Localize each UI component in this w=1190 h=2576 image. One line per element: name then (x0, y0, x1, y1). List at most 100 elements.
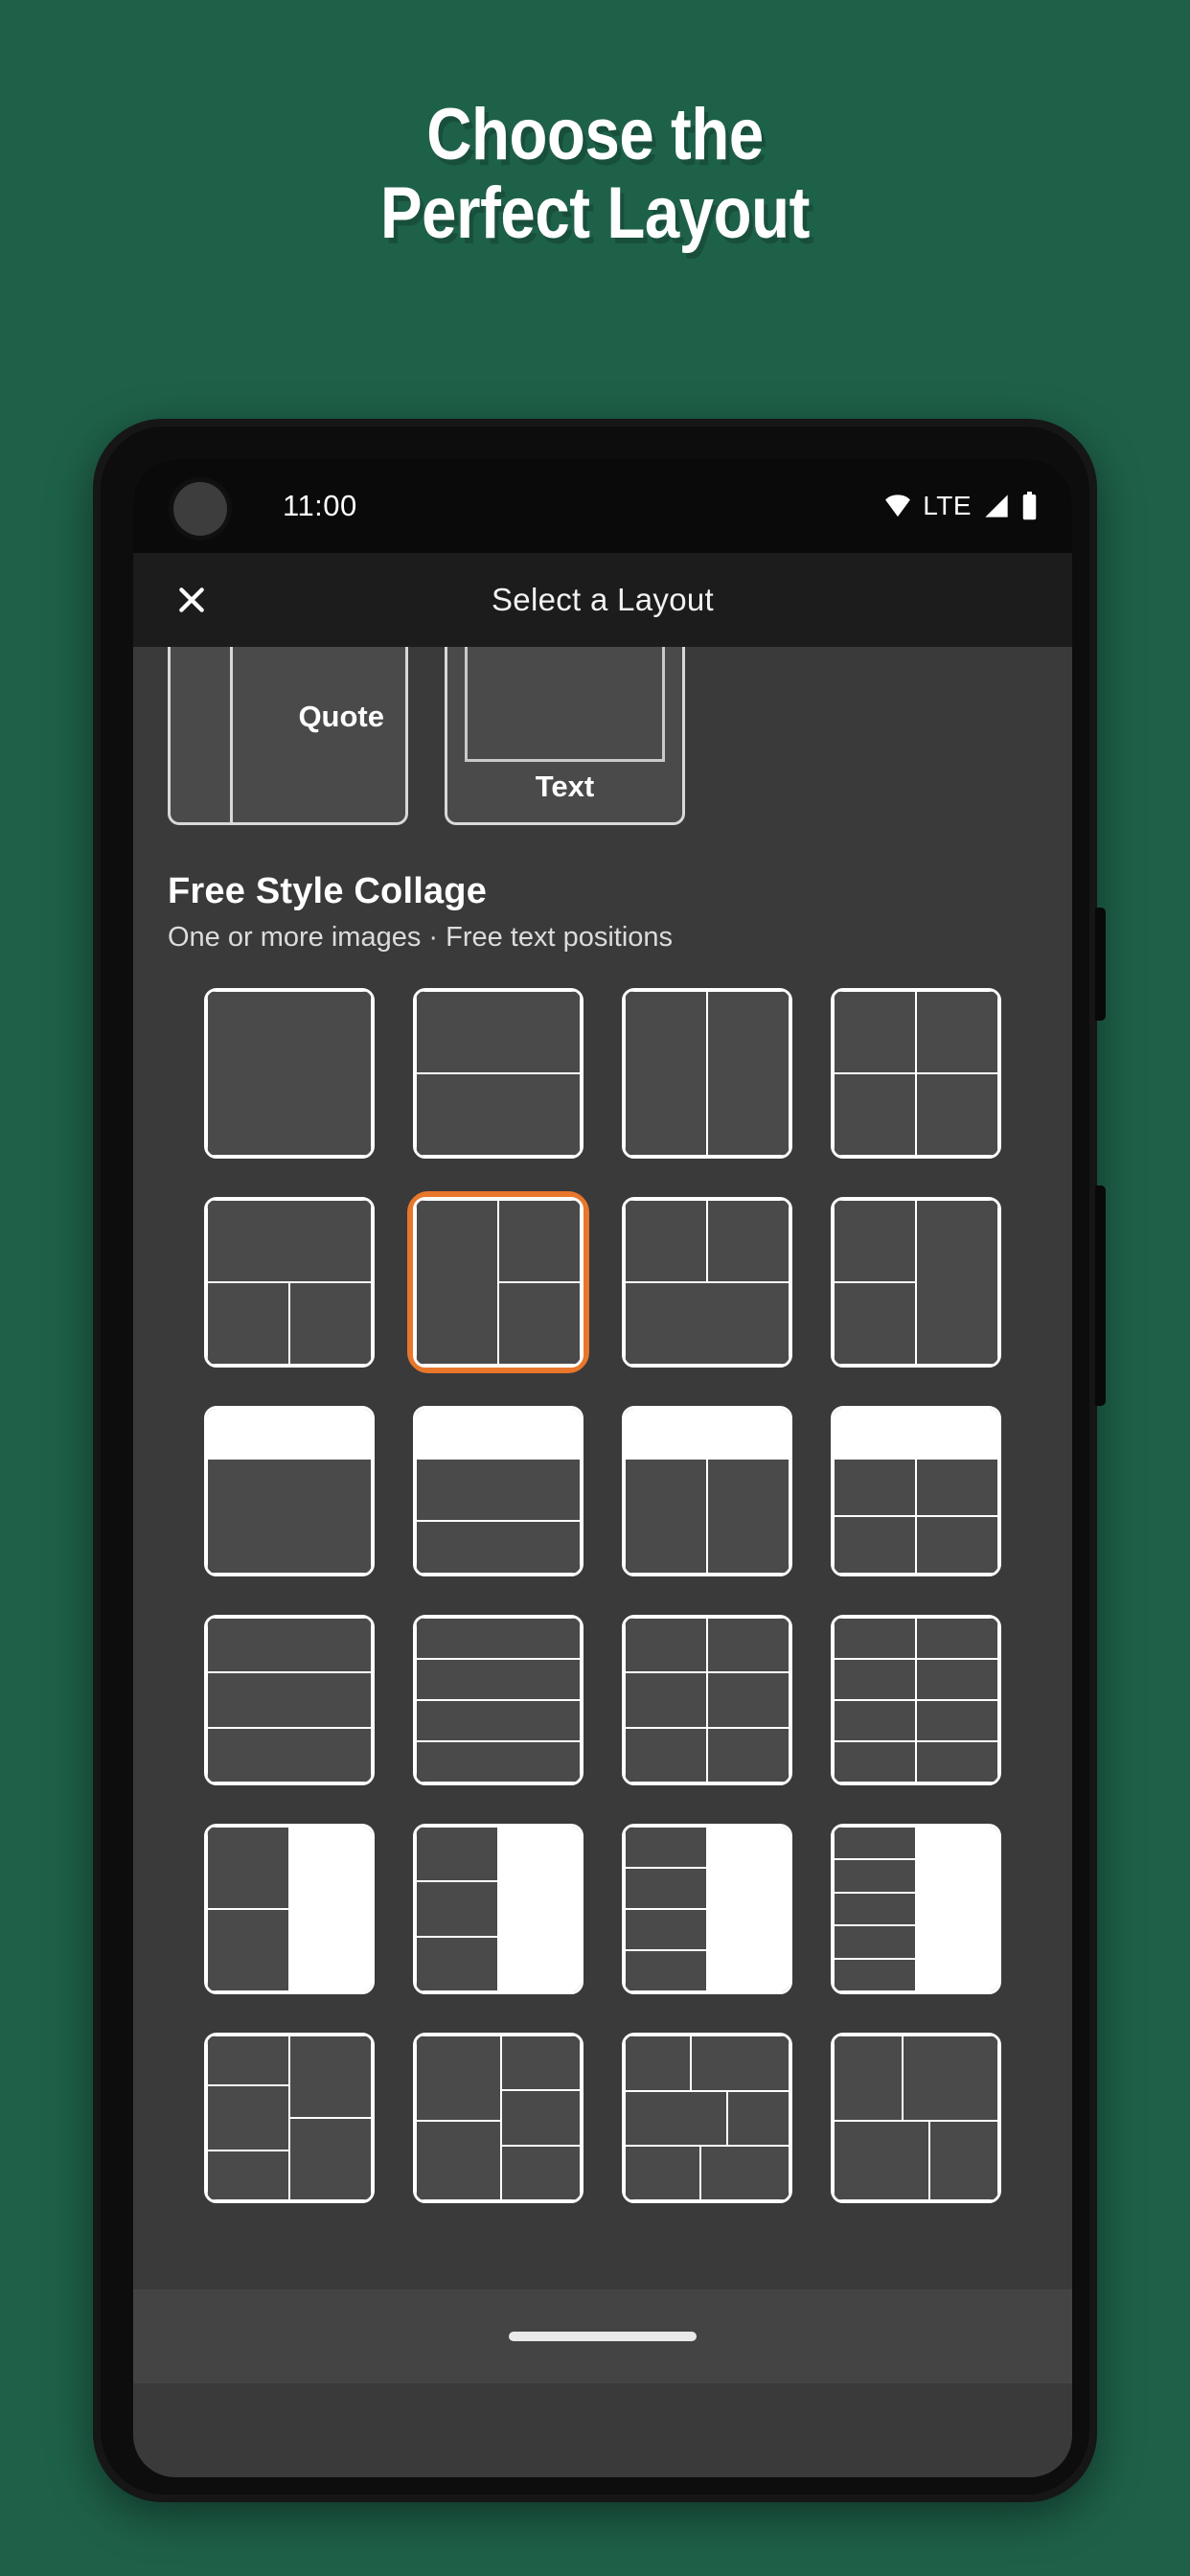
layout-segment (416, 1936, 498, 1991)
layout-thumbnail (831, 1406, 1001, 1576)
home-gesture-pill[interactable] (509, 2332, 697, 2341)
layout-thumbnail (831, 1824, 1001, 1994)
layout-thumbnail (204, 1197, 375, 1368)
layout-segment (625, 1868, 707, 1909)
layout-option-dark-left-white-right-2[interactable] (204, 1824, 375, 1994)
layout-option-dark-left-white-right-4[interactable] (622, 1824, 792, 1994)
layout-thumbnail (622, 1197, 792, 1368)
layout-segment (834, 2036, 904, 2122)
layout-thumbnail (413, 1197, 584, 1368)
layout-segment (916, 1892, 998, 1926)
layout-segment (834, 991, 916, 1073)
layout-segment (916, 1859, 998, 1893)
layout-option-mosaic-staggered[interactable] (622, 2033, 792, 2203)
layout-option-top-split-bottom-full[interactable] (622, 1197, 792, 1368)
layout-thumbnail (413, 988, 584, 1159)
layout-segment (207, 2036, 289, 2085)
layout-option-mosaic-tall-left-wide-right[interactable] (831, 2033, 1001, 2203)
layout-option-three-rows[interactable] (204, 1615, 375, 1785)
phone-volume-button[interactable] (1095, 908, 1106, 1021)
layout-segment (625, 2036, 691, 2092)
layout-segment (501, 2089, 581, 2147)
layout-segment (416, 1458, 581, 1521)
layout-card-quote-label: Quote (298, 700, 384, 733)
layout-option-dark-left-white-right-5[interactable] (831, 1824, 1001, 1994)
status-bar: 11:00 LTE (133, 459, 1072, 553)
layout-thumbnail (622, 988, 792, 1159)
layout-option-left-split-right-full[interactable] (831, 1197, 1001, 1368)
layout-segment (726, 2091, 790, 2147)
layout-option-mosaic-left-three-right-two[interactable] (204, 2033, 375, 2203)
section-header: Free Style Collage One or more images · … (133, 825, 1072, 954)
layout-segment (916, 1458, 998, 1516)
layout-segment (834, 1073, 916, 1156)
layout-thumbnail-grid[interactable] (133, 954, 1072, 2242)
layout-option-white-band-grid-2x2[interactable] (831, 1406, 1001, 1576)
layout-option-four-rows[interactable] (413, 1615, 584, 1785)
layout-option-two-columns[interactable] (622, 988, 792, 1159)
layout-segment (207, 1827, 289, 1909)
promo-heading: Choose the Perfect Layout (83, 95, 1107, 253)
layout-segment (289, 2036, 372, 2118)
layout-option-mosaic-left-two-right-three[interactable] (413, 2033, 584, 2203)
layout-option-two-rows[interactable] (413, 988, 584, 1159)
layout-segment (416, 1618, 581, 1659)
layout-segment (834, 1859, 916, 1893)
layout-segment (625, 1909, 707, 1950)
layout-thumbnail (622, 1824, 792, 1994)
layout-option-grid-2x2[interactable] (831, 988, 1001, 1159)
layout-thumbnail (622, 2033, 792, 2203)
layout-segment (416, 1700, 581, 1741)
phone-body: 11:00 LTE Select a Layout Quote Text Fre… (101, 426, 1089, 2495)
layout-segment (207, 1458, 372, 1574)
layout-segment (289, 1827, 372, 1909)
layout-option-white-band-two-rows[interactable] (413, 1406, 584, 1576)
layout-segment (416, 1827, 498, 1882)
layout-option-white-band-two-columns[interactable] (622, 1406, 792, 1576)
layout-segment (498, 1881, 581, 1937)
layout-segment (707, 1618, 790, 1673)
layout-thumbnail (413, 1824, 584, 1994)
layout-segment (501, 2036, 581, 2090)
layout-segment (834, 1659, 916, 1700)
layout-segment (916, 1073, 998, 1156)
layout-option-white-band-single[interactable] (204, 1406, 375, 1576)
layout-segment (625, 2146, 701, 2200)
layout-segment (707, 1672, 790, 1728)
layout-segment (707, 1200, 790, 1282)
layout-thumbnail (831, 1615, 1001, 1785)
system-navigation-bar (133, 2289, 1072, 2383)
layout-option-dark-left-white-right-3[interactable] (413, 1824, 584, 1994)
layout-option-grid-2x4[interactable] (831, 1615, 1001, 1785)
close-icon[interactable] (156, 564, 227, 635)
app-bar-title: Select a Layout (492, 582, 714, 617)
layout-segment (707, 1950, 790, 1991)
layout-card-quote[interactable]: Quote (168, 647, 408, 825)
layout-segment (416, 1520, 581, 1574)
layout-segment (416, 1881, 498, 1937)
layout-picker-content[interactable]: Quote Text Free Style Collage One or mor… (133, 647, 1072, 2383)
layout-option-single-cell[interactable] (204, 988, 375, 1159)
layout-segment (916, 1515, 998, 1574)
layout-thumbnail (204, 988, 375, 1159)
layout-option-grid-2x3[interactable] (622, 1615, 792, 1785)
layout-thumbnail (831, 1197, 1001, 1368)
layout-thumbnail (831, 988, 1001, 1159)
layout-segment (625, 1618, 707, 1673)
layout-segment (707, 1458, 790, 1574)
layout-thumbnail (622, 1406, 792, 1576)
layout-thumbnail (413, 1406, 584, 1576)
layout-option-top-full-bottom-split[interactable] (204, 1197, 375, 1368)
layout-thumbnail (204, 1406, 375, 1576)
layout-segment (834, 1700, 916, 1741)
wifi-icon (883, 493, 912, 519)
layout-card-text[interactable]: Text (445, 647, 685, 825)
front-camera-punch-hole (173, 482, 227, 536)
phone-power-button[interactable] (1095, 1185, 1106, 1406)
layout-option-left-full-right-split[interactable] (407, 1191, 589, 1373)
layout-segment (625, 1282, 790, 1365)
layout-segment (916, 1958, 998, 1991)
layout-segment (834, 1200, 916, 1282)
layout-segment (834, 2121, 929, 2200)
layout-segment (834, 1458, 916, 1516)
